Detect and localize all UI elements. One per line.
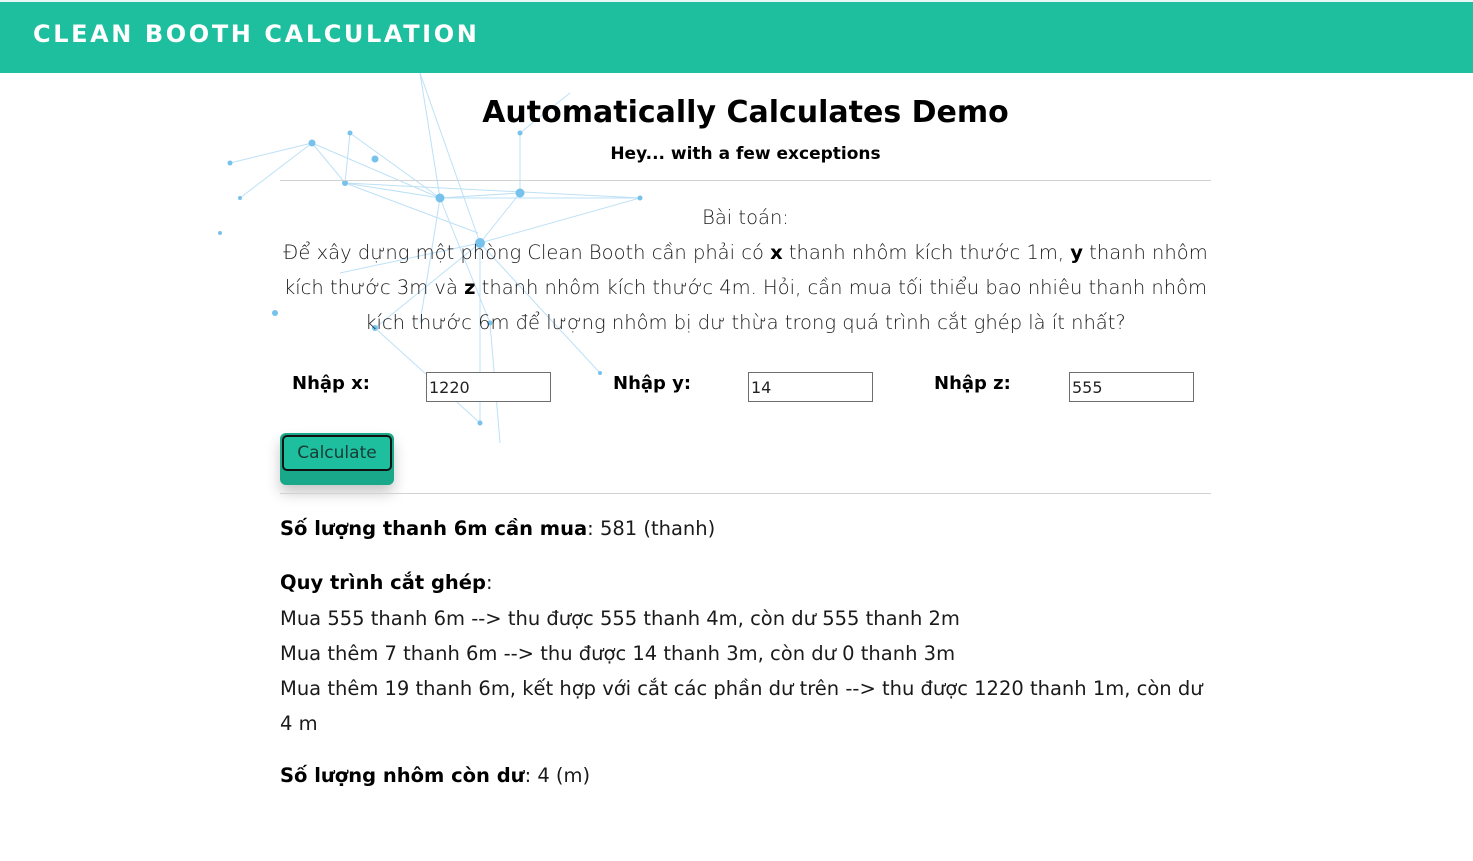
process-label: Quy trình cắt ghép (280, 571, 486, 594)
result-leftover-value: : 4 (m) (524, 764, 591, 787)
problem-var-y: y (1070, 241, 1083, 264)
problem-text: Để xây dựng một phòng Clean Booth cần ph… (283, 241, 771, 264)
y-label: Nhập y: (613, 373, 692, 394)
process-colon: : (486, 571, 493, 594)
page-title: Automatically Calculates Demo (482, 95, 1009, 130)
process-step: Mua thêm 7 thanh 6m --> thu được 14 than… (280, 642, 956, 665)
z-input[interactable] (1069, 372, 1194, 402)
process-step: Mua 555 thanh 6m --> thu được 555 thanh … (280, 607, 960, 630)
problem-body: Để xây dựng một phòng Clean Booth cần ph… (280, 235, 1211, 340)
problem-statement: Bài toán: Để xây dựng một phòng Clean Bo… (280, 200, 1211, 340)
process-heading: Quy trình cắt ghép: (280, 571, 1211, 594)
problem-text: thanh nhôm kích thước 4m. Hỏi, cần mua t… (365, 276, 1208, 334)
result-leftover-label: Số lượng nhôm còn dư (280, 764, 525, 787)
x-input[interactable] (426, 372, 551, 402)
input-row: Nhập x: Nhập y: Nhập z: (280, 371, 1211, 403)
problem-text: thanh nhôm kích thước 1m, (782, 241, 1071, 264)
page-subtitle: Hey... with a few exceptions (610, 144, 881, 164)
y-input[interactable] (748, 372, 873, 402)
process-step: Mua thêm 19 thanh 6m, kết hợp với cắt cá… (280, 677, 1203, 735)
result-count-value: : 581 (thanh) (587, 517, 716, 540)
problem-var-x: x (770, 241, 783, 264)
calculate-button[interactable]: Calculate (282, 435, 392, 471)
brand-title[interactable]: CLEAN BOOTH CALCULATION (33, 20, 479, 48)
result-leftover: Số lượng nhôm còn dư: 4 (m) (280, 764, 1211, 787)
top-navbar: CLEAN BOOTH CALCULATION (0, 0, 1473, 73)
z-label: Nhập z: (934, 373, 1011, 394)
problem-var-z: z (464, 276, 476, 299)
result-count: Số lượng thanh 6m cần mua: 581 (thanh) (280, 517, 1211, 540)
problem-heading: Bài toán: (702, 206, 789, 229)
calculate-button-wrapper: Calculate (280, 433, 394, 485)
process-steps: Mua 555 thanh 6m --> thu được 555 thanh … (280, 601, 1211, 741)
divider (280, 493, 1211, 494)
result-count-label: Số lượng thanh 6m cần mua (280, 517, 588, 540)
x-label: Nhập x: (292, 373, 370, 394)
divider (280, 180, 1211, 181)
